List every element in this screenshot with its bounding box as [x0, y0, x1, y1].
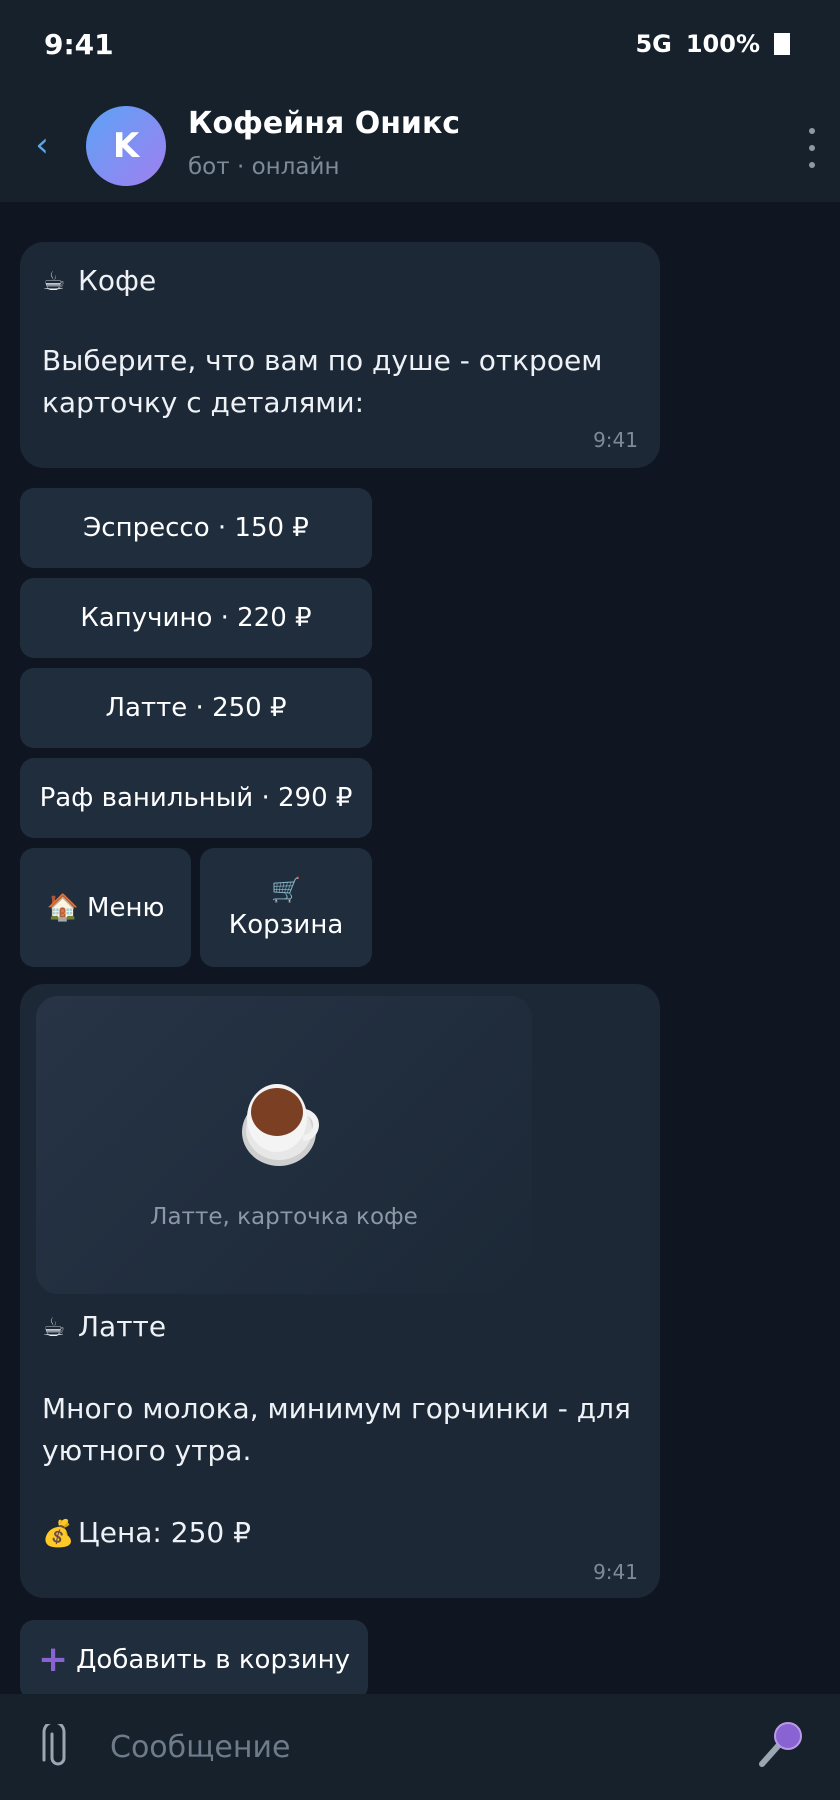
card-heading: ☕ Латте: [42, 1306, 166, 1349]
avatar[interactable]: K: [86, 106, 166, 186]
status-indicators: 5G 100%: [635, 30, 790, 58]
add-to-cart-label: Добавить в корзину: [76, 1645, 351, 1675]
option-espresso-button[interactable]: Эспрессо · 150 ₽: [20, 488, 372, 568]
battery-icon: [774, 33, 790, 55]
card-body-line2: уютного утра.: [42, 1434, 252, 1467]
message-time: 9:41: [593, 428, 638, 452]
status-bar: 9:41 5G 100%: [0, 0, 840, 92]
status-time: 9:41: [44, 28, 114, 61]
message-heading: ☕ Кофе: [42, 260, 156, 303]
card-heading-text: Латте: [78, 1310, 167, 1343]
coffee-cup-icon: ☕: [42, 267, 66, 297]
back-icon[interactable]: ‹: [22, 120, 62, 170]
card-body-line1: Много молока, минимум горчинки - для: [42, 1392, 631, 1425]
chat-header: ‹ K Кофейня Оникс бот · онлайн: [0, 92, 840, 202]
menu-button[interactable]: 🏠 Меню: [20, 848, 191, 967]
message-input[interactable]: [110, 1724, 730, 1770]
message-body-line2: карточку с деталями:: [42, 386, 365, 419]
bot-message-latte-card: Латте, карточка кофе ☕ Латте Много молока…: [20, 984, 660, 1598]
message-body-line1: Выберите, что вам по душе - откроем: [42, 344, 603, 377]
battery-label: 100%: [685, 30, 760, 58]
message-time: 9:41: [593, 1560, 638, 1584]
card-price: 💰 Цена: 250 ₽: [42, 1512, 251, 1555]
money-bag-icon: 💰: [42, 1519, 75, 1549]
cart-button-label: Корзина: [228, 909, 344, 940]
cart-button[interactable]: 🛒 Корзина: [200, 848, 372, 967]
coffee-card-image[interactable]: Латте, карточка кофе: [36, 996, 532, 1294]
coffee-cup-illustration: [242, 1084, 319, 1166]
more-vertical-icon[interactable]: [806, 128, 818, 168]
house-icon: 🏠: [46, 892, 80, 923]
message-heading-text: Кофе: [78, 264, 157, 297]
paperclip-icon[interactable]: [38, 1724, 78, 1772]
bot-message-coffee: ☕ Кофе Выберите, что вам по душе - открое…: [20, 242, 660, 468]
image-caption: Латте, карточка кофе: [150, 1204, 418, 1230]
add-to-cart-button[interactable]: + Добавить в корзину: [20, 1620, 368, 1700]
network-label: 5G: [635, 30, 672, 58]
option-latte-button[interactable]: Латте · 250 ₽: [20, 668, 372, 748]
shopping-cart-icon: 🛒: [271, 875, 301, 904]
message-composer: [0, 1694, 840, 1800]
chat-status: бот · онлайн: [188, 154, 340, 180]
microphone-icon[interactable]: [754, 1720, 804, 1770]
plus-icon: +: [37, 1639, 69, 1680]
chat-title[interactable]: Кофейня Оникс: [188, 106, 460, 141]
card-price-text: Цена: 250 ₽: [78, 1516, 251, 1549]
option-cappuccino-button[interactable]: Капучино · 220 ₽: [20, 578, 372, 658]
coffee-cup-icon: ☕: [42, 1313, 66, 1343]
option-raf-vanilla-button[interactable]: Раф ванильный · 290 ₽: [20, 758, 372, 838]
menu-button-label: Меню: [87, 892, 165, 923]
